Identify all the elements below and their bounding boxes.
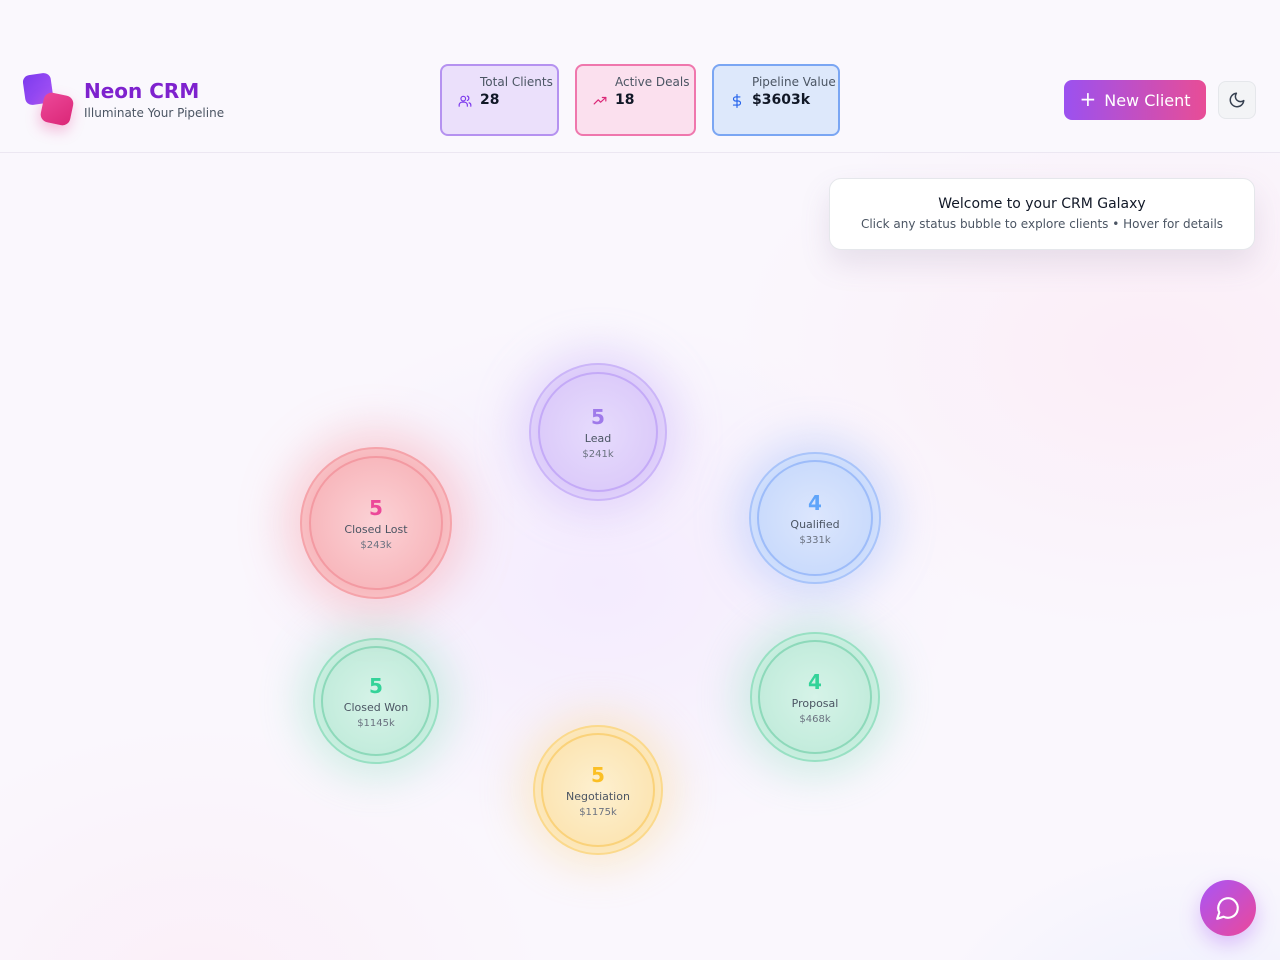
- stat-total-clients: Total Clients 28: [440, 64, 559, 136]
- bubble-value: $331k: [799, 534, 831, 546]
- stat-label: Pipeline Value: [752, 75, 836, 89]
- dollar-icon: [732, 94, 742, 108]
- trending-up-icon: [593, 96, 607, 105]
- moon-icon: [1229, 92, 1245, 108]
- plus-icon: +: [1079, 87, 1097, 111]
- stat-label: Active Deals: [615, 75, 690, 89]
- bubble-value: $1145k: [357, 717, 395, 729]
- bubble-label: Lead: [584, 431, 612, 445]
- bubble-label: Qualified: [790, 517, 840, 531]
- users-icon: [458, 95, 472, 107]
- new-client-button[interactable]: + New Client: [1064, 80, 1206, 120]
- stat-active-deals: Active Deals 18: [575, 64, 696, 136]
- bubble-count: 4: [808, 669, 822, 694]
- app-subtitle: Illuminate Your Pipeline: [84, 106, 225, 120]
- app-header: Neon CRM Illuminate Your Pipeline Total …: [0, 0, 1280, 153]
- status-bubble-closed-lost[interactable]: 5 Closed Lost $243k: [300, 447, 452, 599]
- status-bubble-qualified[interactable]: 4 Qualified $331k: [749, 452, 881, 584]
- status-bubble-proposal[interactable]: 4 Proposal $468k: [750, 632, 880, 762]
- bubble-label: Closed Won: [343, 700, 409, 714]
- new-client-label: New Client: [1104, 90, 1191, 110]
- status-bubble-closed-won[interactable]: 5 Closed Won $1145k: [313, 638, 439, 764]
- bubble-label: Negotiation: [566, 789, 630, 803]
- bubble-label: Proposal: [791, 696, 839, 710]
- bubble-count: 5: [369, 495, 383, 520]
- stat-value: 28: [480, 92, 500, 108]
- status-bubble-negotiation[interactable]: 5 Negotiation $1175k: [533, 725, 663, 855]
- bubble-count: 5: [591, 762, 605, 787]
- chat-icon: [1216, 897, 1239, 920]
- status-bubble-lead[interactable]: 5 Lead $241k: [529, 363, 667, 501]
- bubble-value: $1175k: [579, 806, 617, 818]
- app-title: Neon CRM: [84, 79, 200, 103]
- bubble-count: 5: [369, 673, 383, 698]
- bubble-value: $241k: [582, 448, 614, 460]
- bubble-value: $243k: [360, 539, 392, 551]
- bubble-count: 5: [591, 404, 605, 429]
- welcome-card: Welcome to your CRM Galaxy Click any sta…: [829, 178, 1255, 250]
- bubble-value: $468k: [799, 713, 831, 725]
- stat-label: Total Clients: [480, 75, 553, 89]
- stat-pipeline-value: Pipeline Value $3603k: [712, 64, 840, 136]
- stat-value: 18: [615, 92, 635, 108]
- stat-value: $3603k: [752, 92, 811, 108]
- welcome-title: Welcome to your CRM Galaxy: [938, 196, 1146, 212]
- bubble-count: 4: [808, 490, 822, 515]
- welcome-subtitle: Click any status bubble to explore clien…: [860, 217, 1224, 231]
- bubble-label: Closed Lost: [344, 522, 408, 536]
- app-logo: [22, 72, 75, 128]
- theme-toggle-button[interactable]: [1218, 81, 1256, 119]
- chat-button[interactable]: [1200, 880, 1256, 936]
